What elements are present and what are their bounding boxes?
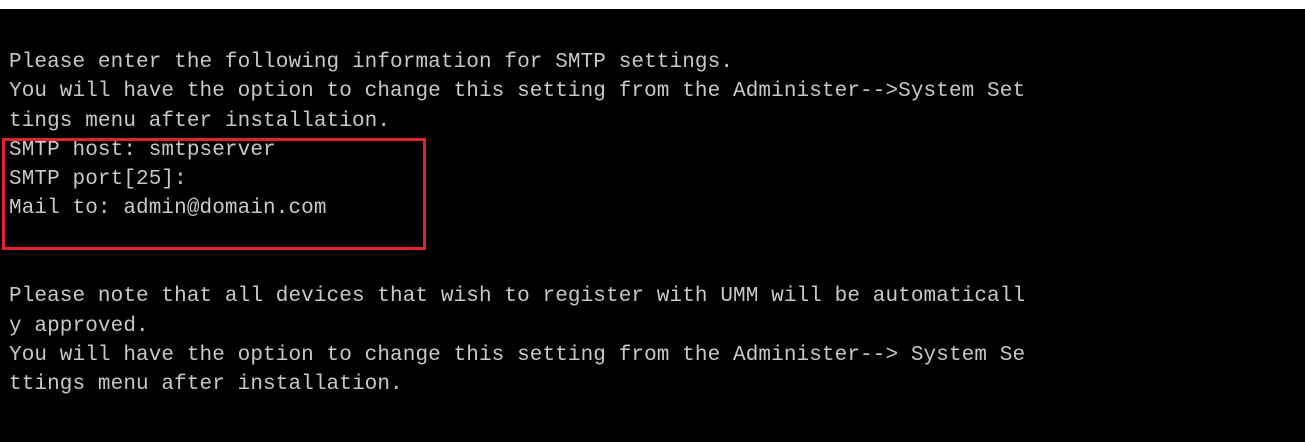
terminal-line-smtp-option-cont: tings menu after installation. — [9, 109, 391, 133]
terminal-line-smtp-option: You will have the option to change this … — [9, 80, 1026, 104]
terminal-line-smtp-intro: Please enter the following information f… — [9, 51, 734, 74]
terminal-line-approval-option: You will have the option to change this … — [9, 343, 1026, 367]
smtp-settings-highlight-box — [2, 138, 426, 250]
terminal-window[interactable]: Please enter the following information f… — [0, 9, 1305, 442]
terminal-line-approval-note: Please note that all devices that wish t… — [9, 285, 1026, 309]
terminal-line-approval-option-cont: ttings menu after installation. — [9, 373, 403, 397]
terminal-line-blank — [9, 253, 1025, 282]
terminal-line-approval-note-cont: y approved. — [9, 314, 149, 338]
